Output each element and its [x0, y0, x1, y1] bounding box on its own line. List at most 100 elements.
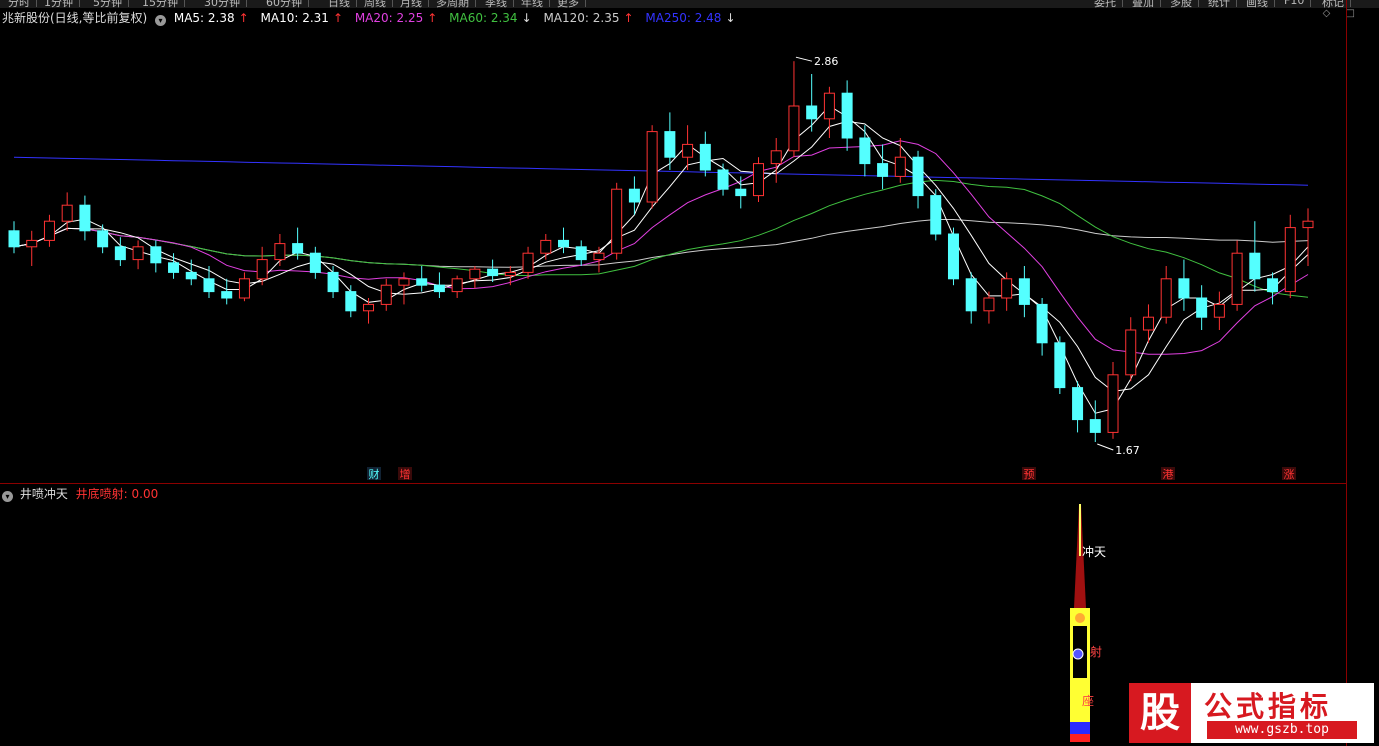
candle-body: [717, 169, 729, 190]
candle-body: [380, 284, 392, 305]
candle-body: [983, 297, 995, 312]
candle-body: [540, 239, 552, 254]
candle-body: [363, 303, 375, 312]
period-tab[interactable]: 15分钟: [136, 0, 185, 8]
candle-body: [1072, 387, 1084, 421]
candle-body: [292, 243, 304, 254]
period-tab[interactable]: 1分钟: [38, 0, 80, 8]
candle-body: [79, 204, 91, 232]
ma120-value: MA120: 2.35 ↑: [543, 11, 637, 25]
ma20-text: MA20: 2.25: [354, 11, 424, 25]
ma250-arrow: ↓: [725, 11, 736, 25]
ma5-value: MA5: 2.38 ↑: [174, 11, 253, 25]
candle-body: [504, 271, 516, 277]
candle-body: [1036, 303, 1048, 344]
period-tab[interactable]: 5分钟: [87, 0, 129, 8]
period-tab[interactable]: 季线: [479, 0, 514, 8]
candle-body: [203, 278, 215, 293]
label-mid: 射: [1090, 644, 1102, 659]
candle-body: [894, 156, 906, 177]
candle-body: [859, 137, 871, 165]
candle-body: [1178, 278, 1190, 299]
toolbar-tab[interactable]: F10: [1278, 0, 1312, 7]
candle-body: [841, 92, 853, 139]
period-tab[interactable]: 周线: [358, 0, 393, 8]
candle-body: [8, 230, 20, 248]
candle-body: [1001, 278, 1013, 299]
period-tab[interactable]: 年线: [515, 0, 550, 8]
period-tab[interactable]: 分时: [2, 0, 37, 8]
toolbar-tab[interactable]: 委托: [1088, 0, 1123, 8]
period-tab[interactable]: 月线: [394, 0, 429, 8]
candle-body: [806, 105, 818, 120]
candle-body: [1231, 252, 1243, 305]
ma120-line: [13, 219, 1309, 268]
ma120-arrow: ↑: [623, 11, 634, 25]
candle-body: [877, 163, 889, 177]
toolbar-tab[interactable]: 叠加: [1126, 0, 1161, 8]
period-tab[interactable]: 30分钟: [198, 0, 247, 8]
candle-body: [26, 239, 38, 248]
candle-body: [327, 271, 339, 293]
signal-bar-blue: [1070, 722, 1090, 734]
candle-body: [699, 143, 711, 171]
signal-dot-icon: [1072, 648, 1084, 660]
candle-body: [345, 291, 357, 312]
candle-body: [168, 262, 180, 273]
toolbar-tab[interactable]: 画线: [1240, 0, 1275, 8]
period-tab[interactable]: 60分钟: [260, 0, 309, 8]
candle-body: [150, 246, 162, 264]
candle-body: [664, 131, 676, 158]
period-tab[interactable]: 日线: [322, 0, 357, 8]
candle-body: [1249, 252, 1261, 280]
candle-body: [593, 252, 605, 261]
candle-body: [398, 278, 410, 286]
label-bottom: 座: [1082, 693, 1094, 708]
ma60-arrow: ↓: [521, 11, 532, 25]
candle-body: [469, 268, 481, 280]
price-axis-border: [1346, 0, 1347, 746]
candle-body: [646, 131, 658, 203]
ma10-arrow: ↑: [332, 11, 343, 25]
watermark-url: www.gszb.top: [1207, 721, 1357, 739]
candle-body: [309, 252, 321, 273]
candle-body: [274, 243, 286, 261]
candle-body: [1018, 278, 1030, 305]
candle-body: [43, 220, 55, 241]
candlestick-chart[interactable]: 2.861.67财增预港涨2.2.2.2.2.2.2.2.1.1.1.: [0, 26, 1346, 482]
ma250-text: MA250: 2.48: [645, 11, 722, 25]
candle-body: [1284, 227, 1296, 293]
candle-body: [823, 92, 835, 120]
candle-body: [416, 278, 428, 286]
candle-body: [114, 246, 126, 261]
candle-body: [930, 195, 942, 235]
period-tab[interactable]: 多周期: [430, 0, 476, 8]
candle-body: [575, 246, 587, 261]
toolbar-tab[interactable]: 统计: [1202, 0, 1237, 8]
candle-body: [752, 163, 764, 197]
toolbar-tab[interactable]: 多股: [1164, 0, 1199, 8]
candle-body: [97, 230, 109, 248]
ma20-line: [13, 140, 1309, 355]
indicator-settings-icon[interactable]: ▾: [155, 15, 167, 26]
candle-body: [1089, 419, 1101, 433]
event-marker: 港: [1163, 468, 1174, 481]
ma60-text: MA60: 2.34: [449, 11, 518, 25]
candle-body: [256, 259, 268, 280]
watermark-logo: 股: [1129, 683, 1191, 743]
candle-body: [682, 143, 694, 158]
signal-bar-red: [1070, 734, 1090, 742]
candle-body: [451, 278, 463, 293]
candle-body: [735, 188, 747, 197]
candle-body: [1107, 374, 1119, 433]
pane-divider[interactable]: [0, 483, 1346, 484]
window-controls[interactable]: ◇ □: [1323, 8, 1361, 19]
watermark-title: 公式指标: [1204, 690, 1333, 723]
ma10-value: MA10: 2.31 ↑: [261, 11, 347, 25]
candle-body: [1302, 220, 1314, 229]
ma250-value: MA250: 2.48 ↓: [645, 11, 739, 25]
period-tab[interactable]: 更多: [551, 0, 586, 8]
candle-body: [788, 105, 800, 152]
ma20-value: MA20: 2.25 ↑: [355, 11, 441, 25]
candle-body: [1267, 278, 1279, 293]
